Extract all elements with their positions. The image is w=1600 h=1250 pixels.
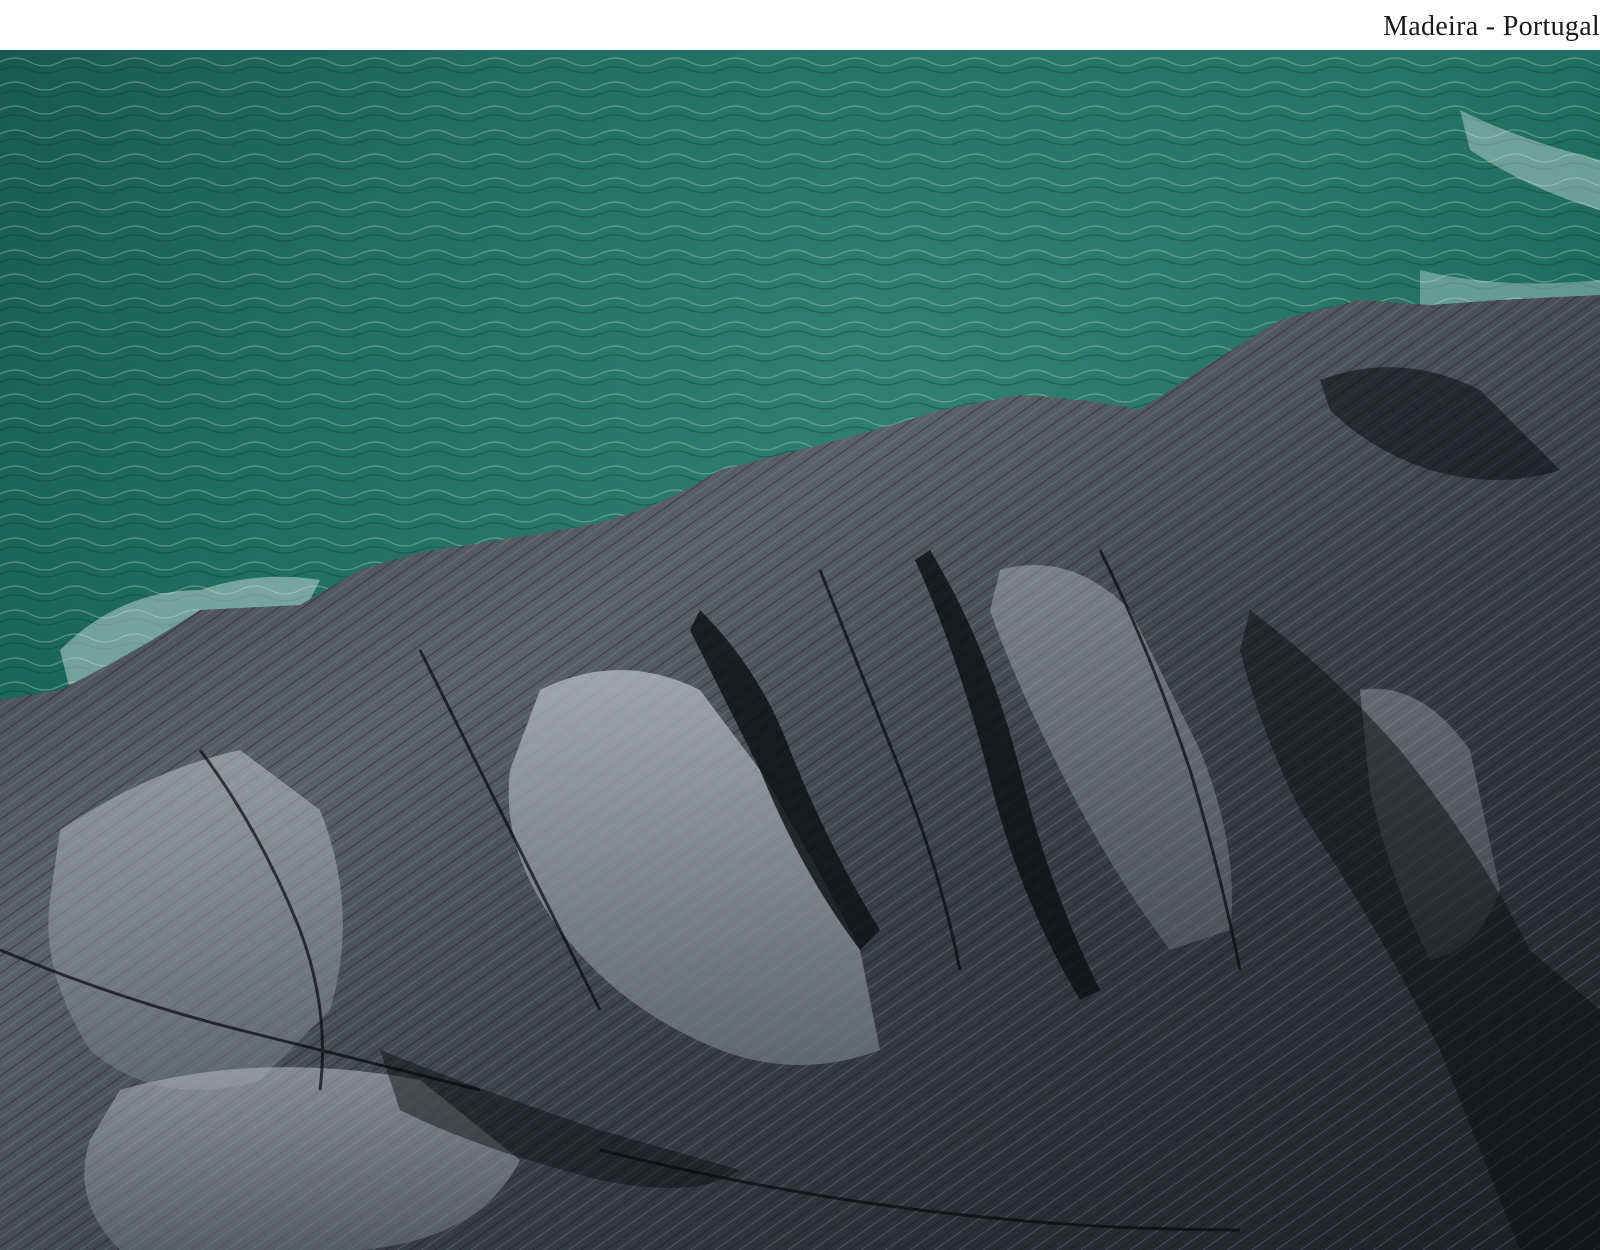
coastal-photo-illustration <box>0 50 1600 1250</box>
page: Madeira - Portugal <box>0 0 1600 1250</box>
location-caption: Madeira - Portugal <box>1383 11 1600 42</box>
coastal-photo <box>0 50 1600 1250</box>
caption-bar: Madeira - Portugal <box>0 0 1600 50</box>
